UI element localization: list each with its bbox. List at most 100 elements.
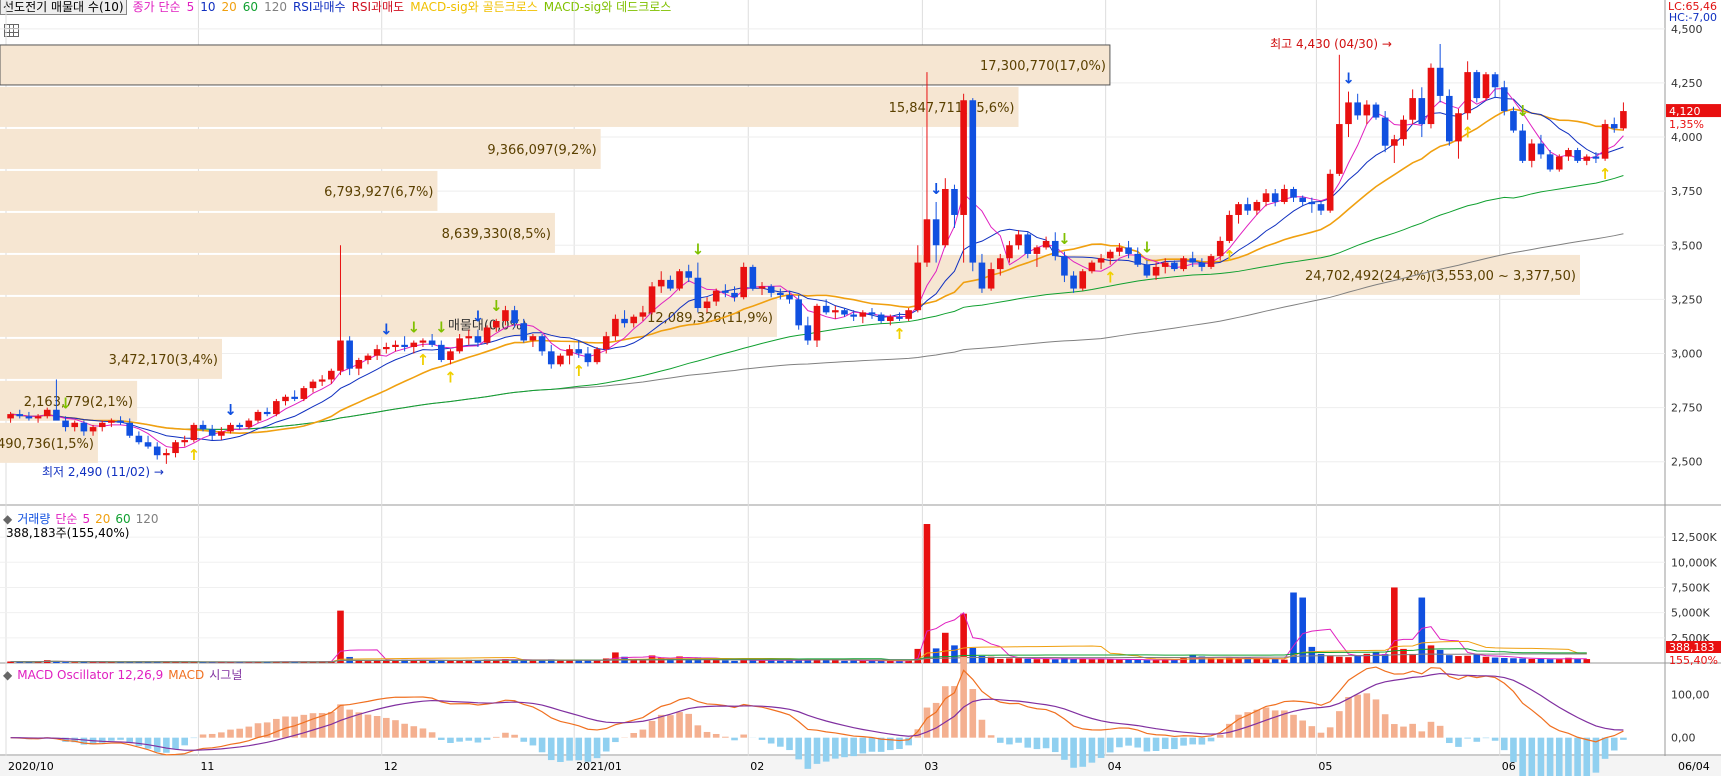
candle [245, 420, 253, 428]
xaxis-label: 2020/10 [8, 760, 54, 773]
macd-osc-bar [1207, 737, 1215, 742]
candle [905, 310, 912, 319]
candle [1024, 234, 1032, 254]
candle [502, 310, 509, 322]
volume-current-label: 388,183주(155,40%) [6, 526, 130, 540]
macd-osc-bar [401, 723, 408, 738]
volume-bar [1024, 658, 1032, 663]
macd-label[interactable]: MACD [168, 668, 204, 682]
volume-ma5[interactable]: 5 [82, 512, 90, 526]
macd-osc-bar [1070, 737, 1077, 768]
volume-bar [1326, 655, 1334, 663]
volume-bar [1345, 657, 1352, 663]
candle [960, 100, 967, 215]
candle [89, 427, 97, 432]
stock-chart[interactable]: 2020/10 11 12 2021/01 02 03 04 05 06 06/044,5004,… [0, 0, 1721, 776]
candle [401, 344, 408, 347]
price-tick-label: 3,000 [1671, 347, 1703, 360]
macd-osc-bar [639, 729, 647, 738]
candle [62, 420, 69, 428]
macd-osc-bar [1143, 737, 1151, 752]
macd-osc-bar [163, 737, 170, 753]
volume-bar [1510, 658, 1517, 663]
candle [1345, 102, 1352, 125]
candle [437, 344, 445, 360]
macd-signal-label[interactable]: 시그널 [209, 668, 242, 682]
volume-tick-label: 7,500K [1671, 581, 1710, 594]
macd-osc-bar [612, 737, 619, 743]
volume-bar [1216, 658, 1224, 663]
volume-bar [364, 661, 372, 663]
candle [1574, 150, 1581, 161]
candle [676, 271, 683, 289]
volume-bar [1079, 658, 1087, 663]
candle [1079, 271, 1087, 289]
macd-osc-bar [456, 737, 463, 742]
candle [584, 353, 592, 363]
volume-bar [1574, 658, 1581, 663]
macd-osc-bar [1565, 737, 1572, 776]
volume-bar [1097, 659, 1105, 663]
candle [538, 336, 546, 352]
signal-arrow-icon: ↓ [930, 180, 943, 198]
candle [1317, 204, 1325, 211]
macd-osc-bar [996, 737, 1004, 743]
candle [25, 416, 33, 419]
candle [1491, 74, 1499, 88]
price-tick-label: 2,750 [1671, 402, 1703, 415]
volume-bar [1372, 652, 1380, 663]
candle [71, 422, 79, 428]
volume-bar [1455, 656, 1462, 663]
macd-osc-bar [722, 736, 729, 738]
candle [163, 453, 170, 456]
xaxis-label: 2021/01 [576, 760, 622, 773]
volume-bar [1409, 653, 1416, 663]
volume-profile-bar [0, 86, 1019, 127]
candle [108, 420, 115, 423]
volume-bar [722, 660, 729, 663]
macd-osc-bar [676, 712, 683, 738]
volume-bar [437, 660, 445, 663]
signal-arrow-icon: ↓ [408, 319, 421, 337]
macd-osc-bar [1290, 714, 1297, 738]
volume-ma60[interactable]: 60 [115, 512, 130, 526]
volume-profile-label: 1,490,736(1,5%) [0, 437, 94, 452]
macd-osc-bar [492, 736, 500, 738]
signal-arrow-icon: ↑ [188, 446, 201, 464]
volume-profile-bar [0, 44, 1111, 86]
candle [474, 336, 482, 343]
volume-profile-label: 15,847,711(15,6%) [889, 101, 1015, 116]
volume-bar [1262, 659, 1270, 663]
macd-osc-bar [1042, 737, 1050, 749]
macd-osc-bar [767, 737, 775, 744]
candle [208, 429, 216, 436]
signal-arrow-icon: ↓ [380, 321, 393, 339]
volume-title[interactable]: 거래량 [17, 512, 50, 526]
candle [648, 286, 656, 313]
price-tick-label: 4,000 [1671, 131, 1703, 144]
candle [98, 422, 106, 428]
candle [153, 446, 161, 456]
candle [1106, 251, 1114, 259]
macd-osc-bar [437, 737, 445, 740]
volume-bar [822, 660, 830, 663]
volume-profile-label: 6,793,927(6,7%) [324, 185, 433, 200]
macd-osc-bar [758, 737, 766, 740]
candle [1363, 104, 1371, 116]
macd-osc-bar [685, 713, 693, 738]
macd-osc-bar [786, 737, 793, 751]
volume-ma20[interactable]: 20 [95, 512, 110, 526]
signal-arrow-icon: ↑ [1599, 165, 1612, 183]
signal-arrow-icon: ↓ [435, 319, 448, 337]
candle [1500, 87, 1508, 112]
macd-osc-bar [859, 737, 867, 754]
macd-osc-bar [1427, 721, 1435, 738]
candle [1299, 197, 1306, 202]
volume-ma120[interactable]: 120 [136, 512, 159, 526]
macd-osc-label[interactable]: MACD Oscillator 12,26,9 [17, 668, 163, 682]
candle [914, 262, 922, 311]
candle [328, 370, 335, 380]
volume-ma-label[interactable]: 단순 [55, 512, 77, 526]
candle [80, 422, 88, 432]
macd-osc-bar [868, 737, 876, 752]
